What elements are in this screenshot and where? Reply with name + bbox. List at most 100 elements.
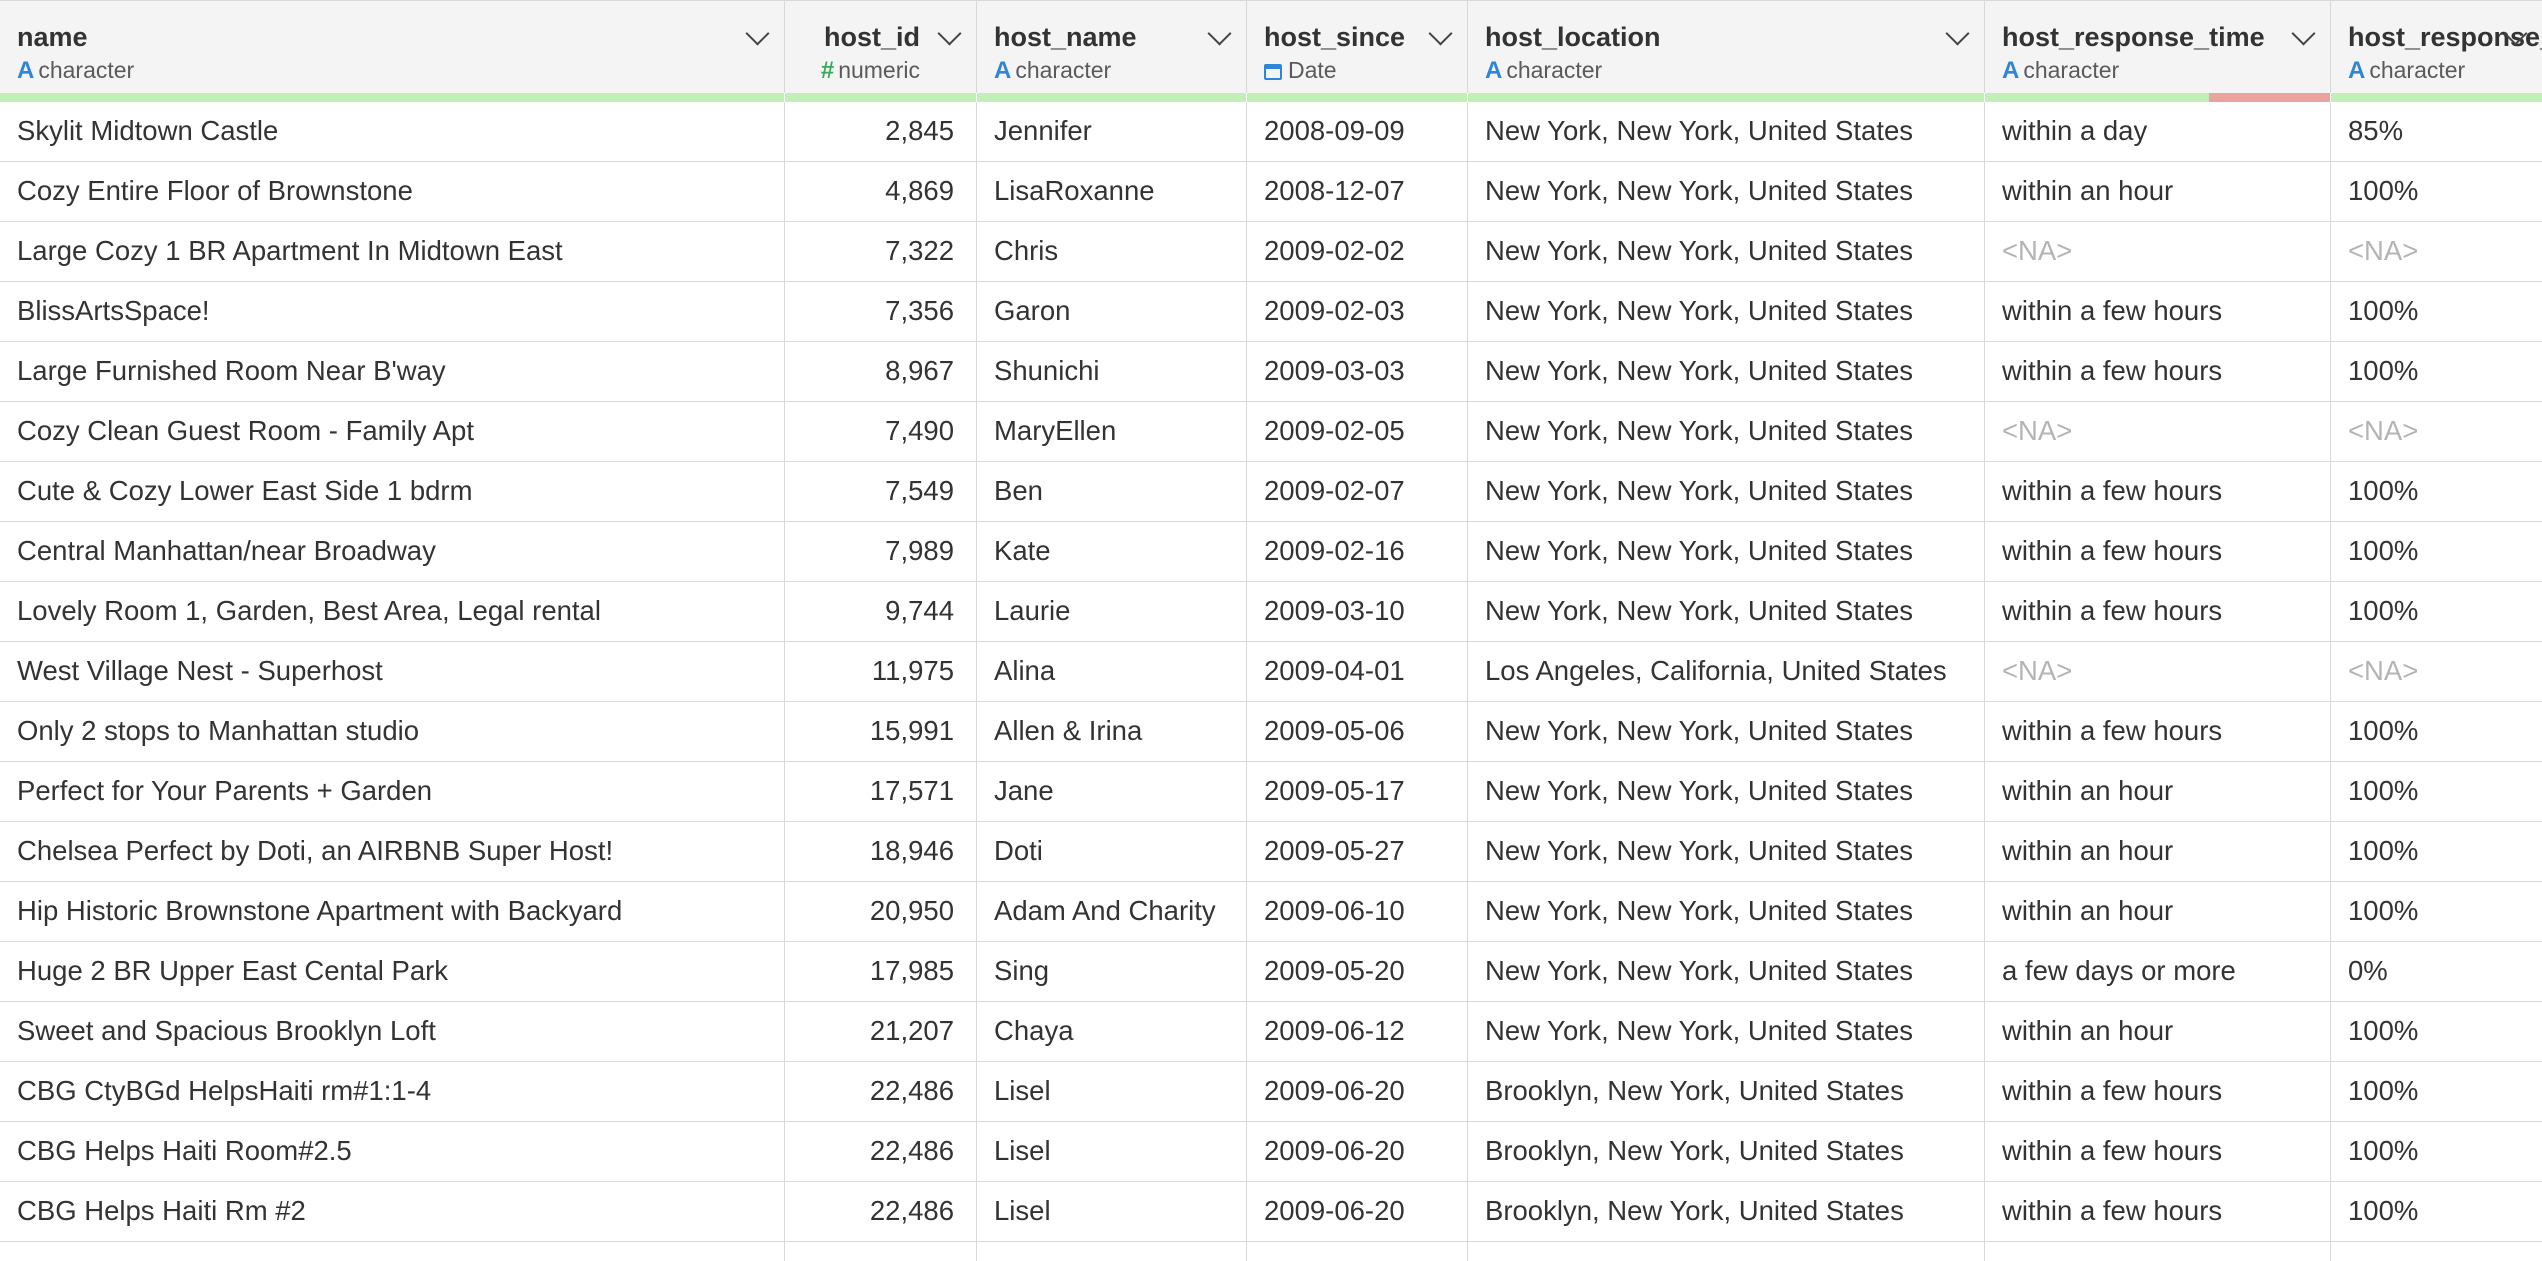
cell-host-response-time[interactable]: within an hour [1985,822,2331,882]
cell-host-response-rate[interactable]: 100% [2331,522,2542,582]
chevron-down-icon[interactable] [937,21,962,46]
cell-host-location[interactable]: Brooklyn, New York, United States [1468,1122,1985,1182]
cell-host-response-time[interactable]: within a few hours [1985,522,2331,582]
cell-name[interactable]: Lovely Room 1, Garden, Best Area, Legal … [0,582,785,642]
cell-host-response-rate[interactable]: 100% [2331,1122,2542,1182]
cell-host-name[interactable]: Jennifer [977,102,1247,162]
table-row[interactable]: Cozy Entire Floor of Brownstone 4,869 Lisa… [0,162,2542,222]
cell-host-location[interactable]: New York, New York, United States [1468,102,1985,162]
cell-host-response-time[interactable]: within a few hours [1985,1182,2331,1242]
cell-host-name[interactable]: Lisel [977,1062,1247,1122]
cell-host-id[interactable]: 15,991 [785,702,977,762]
column-header-host-since[interactable]: host_since Date [1247,1,1468,93]
cell-host-name[interactable]: Sing [977,942,1247,1002]
cell-host-since[interactable]: 2009-02-16 [1247,522,1468,582]
table-row[interactable]: Lovely Room 1, Garden, Best Area, Legal … [0,582,2542,642]
cell-host-name[interactable]: Lisel [977,1182,1247,1242]
cell-host-response-rate[interactable]: 100% [2331,1002,2542,1062]
cell-name[interactable]: BlissArtsSpace! [0,282,785,342]
cell-name[interactable]: Skylit Midtown Castle [0,102,785,162]
cell-host-id[interactable]: 17,985 [785,942,977,1002]
cell-host-id[interactable]: 22,486 [785,1182,977,1242]
cell-host-name[interactable]: Chaya [977,1002,1247,1062]
cell-host-location[interactable]: New York, New York, United States [1468,402,1985,462]
cell-host-since[interactable]: 2008-09-09 [1247,102,1468,162]
cell-host-id[interactable]: 17,571 [785,762,977,822]
cell-host-response-time[interactable]: <NA> [1985,402,2331,462]
cell-host-response-time[interactable]: within an hour [1985,162,2331,222]
column-header-host-location[interactable]: host_location Acharacter [1468,1,1985,93]
cell-name[interactable]: Perfect for Your Parents + Garden [0,762,785,822]
cell-host-response-time[interactable]: within a few hours [1985,1122,2331,1182]
cell-host-since[interactable]: 2009-02-03 [1247,282,1468,342]
cell-host-name[interactable]: Garon [977,282,1247,342]
table-row[interactable]: Perfect for Your Parents + Garden 17,571 J… [0,762,2542,822]
cell-host-name[interactable]: Jane [977,762,1247,822]
cell-host-response-time[interactable]: within a few hours [1985,282,2331,342]
cell-host-location[interactable]: New York, New York, United States [1468,462,1985,522]
cell-host-since[interactable]: 2009-06-12 [1247,1002,1468,1062]
cell-host-location[interactable]: New York, New York, United States [1468,942,1985,1002]
cell-host-name[interactable]: Adam And Charity [977,882,1247,942]
cell-name[interactable]: Large Furnished Room Near B'way [0,342,785,402]
cell-host-since[interactable]: 2009-02-05 [1247,402,1468,462]
cell-host-response-rate[interactable]: <NA> [2331,402,2542,462]
cell-host-name[interactable]: Ben [977,462,1247,522]
cell-host-location[interactable]: New York, New York, United States [1468,1002,1985,1062]
table-row[interactable]: Cozy Clean Guest Room - Family Apt 7,490 M… [0,402,2542,462]
cell-name[interactable]: Cozy Entire Floor of Brownstone [0,162,785,222]
table-row[interactable]: West Village Nest - Superhost 11,975 Alina… [0,642,2542,702]
cell-host-id[interactable]: 21,207 [785,1002,977,1062]
cell-host-response-rate[interactable]: 100% [2331,162,2542,222]
cell-host-id[interactable]: 7,490 [785,402,977,462]
cell-host-response-time[interactable]: <NA> [1985,642,2331,702]
cell-host-response-time[interactable]: <NA> [1985,222,2331,282]
cell-host-response-time[interactable]: within a few hours [1985,582,2331,642]
cell-host-location[interactable]: New York, New York, United States [1468,282,1985,342]
cell-name[interactable]: CBG Helps Haiti Room#2.5 [0,1122,785,1182]
cell-host-response-rate[interactable]: 100% [2331,342,2542,402]
cell-host-name[interactable]: Laurie [977,582,1247,642]
cell-name[interactable]: Cozy Clean Guest Room - Family Apt [0,402,785,462]
column-header-host-id[interactable]: host_id # numeric [785,1,977,93]
cell-host-response-time[interactable]: within a day [1985,102,2331,162]
cell-host-since[interactable]: 2009-06-10 [1247,882,1468,942]
table-row[interactable]: Only 2 stops to Manhattan studio 15,991 Al… [0,702,2542,762]
cell-host-name[interactable]: Doti [977,822,1247,882]
cell-host-since[interactable]: 2009-05-17 [1247,762,1468,822]
cell-host-response-rate[interactable]: 100% [2331,882,2542,942]
cell-name[interactable]: Sweet and Spacious Brooklyn Loft [0,1002,785,1062]
cell-host-since[interactable]: 2009-05-20 [1247,942,1468,1002]
cell-host-since[interactable]: 2009-03-10 [1247,582,1468,642]
table-row[interactable]: Hip Historic Brownstone Apartment with B… [0,882,2542,942]
cell-host-response-rate[interactable]: <NA> [2331,222,2542,282]
cell-host-location[interactable]: New York, New York, United States [1468,162,1985,222]
column-header-host-response-time[interactable]: host_response_time Acharacter [1985,1,2331,93]
cell-host-id[interactable]: 22,486 [785,1122,977,1182]
cell-host-location[interactable]: New York, New York, United States [1468,342,1985,402]
cell-host-since[interactable]: 2009-06-20 [1247,1182,1468,1242]
table-row[interactable]: Huge 2 BR Upper East Cental Park 17,985 Si… [0,942,2542,1002]
cell-host-location[interactable]: New York, New York, United States [1468,822,1985,882]
cell-name[interactable]: Huge 2 BR Upper East Cental Park [0,942,785,1002]
cell-host-name[interactable]: Allen & Irina [977,702,1247,762]
cell-host-name[interactable]: Lisel [977,1122,1247,1182]
cell-host-response-rate[interactable]: <NA> [2331,642,2542,702]
cell-host-id[interactable]: 9,744 [785,582,977,642]
cell-host-id[interactable]: 7,356 [785,282,977,342]
cell-host-response-time[interactable]: within a few hours [1985,1062,2331,1122]
cell-host-id[interactable]: 8,967 [785,342,977,402]
cell-host-id[interactable]: 7,322 [785,222,977,282]
cell-host-response-rate[interactable]: 100% [2331,822,2542,882]
cell-host-since[interactable]: 2008-12-07 [1247,162,1468,222]
cell-host-location[interactable]: Los Angeles, California, United States [1468,642,1985,702]
table-row[interactable]: Skylit Midtown Castle 2,845 Jennifer 2008-0… [0,102,2542,162]
cell-host-id[interactable]: 20,950 [785,882,977,942]
cell-name[interactable]: Large Cozy 1 BR Apartment In Midtown Eas… [0,222,785,282]
column-header-host-name[interactable]: host_name Acharacter [977,1,1247,93]
cell-name[interactable]: CBG CtyBGd HelpsHaiti rm#1:1-4 [0,1062,785,1122]
table-row[interactable]: CBG Helps Haiti Rm #2 22,486 Lisel 2009-06-… [0,1182,2542,1242]
cell-host-since[interactable]: 2009-05-06 [1247,702,1468,762]
cell-host-response-rate[interactable]: 100% [2331,1062,2542,1122]
cell-name[interactable]: Only 2 stops to Manhattan studio [0,702,785,762]
